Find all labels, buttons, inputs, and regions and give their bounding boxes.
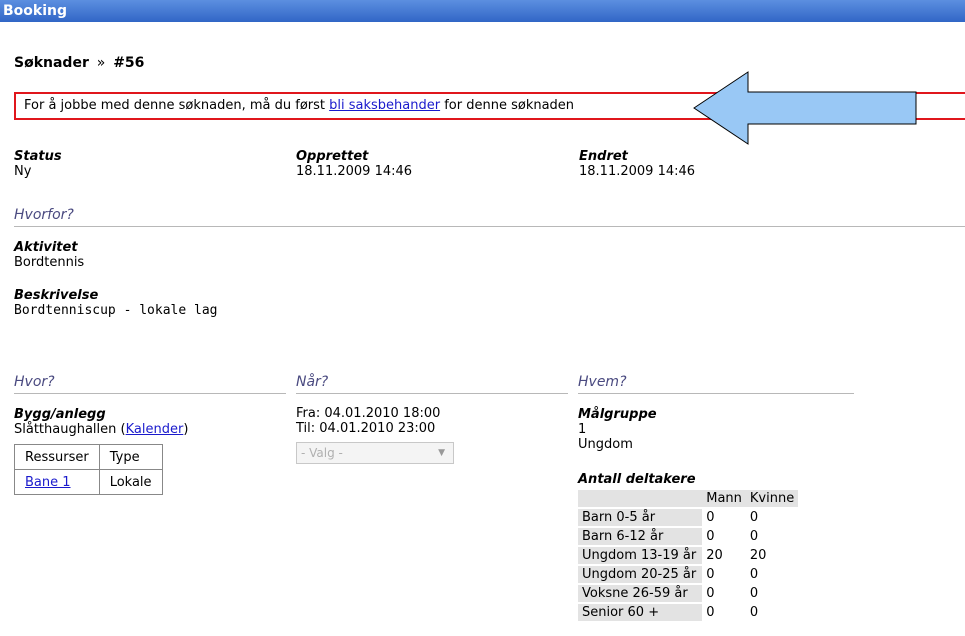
table-row: Barn 0-5 år 0 0 (578, 509, 798, 526)
men-count: 0 (706, 510, 715, 525)
table-row: Ungdom 13-19 år 20 20 (578, 547, 798, 564)
breadcrumb-separator: » (96, 55, 106, 71)
description-value: Bordtenniscup - lokale lag (14, 303, 218, 318)
type-header: Type (98, 444, 163, 470)
participants-table: Mann Kvinne Barn 0-5 år 0 0 Barn 6-12 år 0 0… (578, 488, 799, 623)
changed-block: Endret 18.11.2009 14:46 (579, 149, 695, 179)
notice-prefix: For å jobbe med denne søknaden, må du fø… (24, 98, 330, 113)
men-count: 20 (706, 548, 723, 563)
resources-header: Ressurser (14, 444, 100, 470)
arrow-left-icon (693, 71, 917, 145)
app-title: Booking (3, 3, 68, 19)
section-when-title: Når? (296, 374, 568, 394)
breadcrumb: Søknader » #56 (14, 55, 144, 71)
age-label: Ungdom 13-19 år (578, 547, 703, 564)
target-group-label: Målgruppe (578, 407, 657, 422)
target-group-block: Målgruppe 1 Ungdom (578, 407, 657, 452)
women-header: Kvinne (745, 490, 799, 507)
women-count: 0 (749, 605, 759, 620)
resource-link[interactable]: Bane 1 (25, 475, 71, 490)
building-value: Slåtthaughallen (14, 422, 117, 437)
target-group-value: 1 (578, 422, 587, 437)
table-row: Ungdom 20-25 år 0 0 (578, 566, 798, 583)
description-label: Beskrivelse (14, 288, 99, 303)
section-where-title: Hvor? (14, 374, 286, 394)
women-count: 20 (749, 548, 767, 563)
time-to: Til: 04.01.2010 23:00 (296, 421, 436, 436)
breadcrumb-id: #56 (113, 55, 145, 71)
target-group-value: Ungdom (578, 437, 633, 452)
status-block: Status Ny (14, 149, 62, 179)
activity-value: Bordtennis (14, 255, 85, 270)
building-block: Bygg/anlegg Slåtthaughallen (Kalender) (14, 407, 188, 437)
section-who-title: Hvem? (578, 374, 854, 394)
time-block: Fra: 04.01.2010 18:00 Til: 04.01.2010 23… (296, 406, 440, 436)
age-label: Ungdom 20-25 år (578, 566, 703, 583)
age-label: Voksne 26-59 år (578, 585, 703, 602)
created-label: Opprettet (296, 149, 369, 164)
changed-label: Endret (579, 149, 628, 164)
participants-header-row: Mann Kvinne (578, 490, 799, 507)
calendar-link[interactable]: Kalender (126, 422, 184, 437)
table-row: Voksne 26-59 år 0 0 (578, 585, 798, 602)
women-count: 0 (749, 529, 759, 544)
women-count: 0 (749, 586, 759, 601)
resources-table: Ressurser Type Bane 1 Lokale (14, 444, 163, 495)
men-count: 0 (706, 605, 715, 620)
created-block: Opprettet 18.11.2009 14:46 (296, 149, 412, 179)
activity-label: Aktivitet (14, 240, 78, 255)
age-label: Barn 6-12 år (578, 528, 703, 545)
women-count: 0 (749, 567, 759, 582)
men-count: 0 (706, 567, 715, 582)
table-row: Senior 60 +0 0 (578, 604, 798, 621)
changed-value: 18.11.2009 14:46 (579, 164, 696, 179)
table-row: Barn 6-12 år 0 0 (578, 528, 798, 545)
resources-header-row: Ressurser Type (14, 444, 163, 470)
select-value: - Valg - (301, 446, 343, 460)
time-from: Fra: 04.01.2010 18:00 (296, 406, 441, 421)
created-value: 18.11.2009 14:46 (296, 164, 413, 179)
section-why-title: Hvorfor? (14, 207, 965, 227)
building-label: Bygg/anlegg (14, 407, 106, 422)
resource-type: Lokale (98, 469, 163, 495)
claim-case-link[interactable]: bli saksbehander (329, 98, 440, 113)
notice-suffix: for denne søknaden (440, 98, 575, 113)
status-label: Status (14, 149, 62, 164)
age-label: Barn 0-5 år (578, 509, 703, 526)
women-count: 0 (749, 510, 759, 525)
chevron-down-icon: ▼ (438, 448, 445, 458)
men-count: 0 (706, 529, 715, 544)
participants-label: Antall deltakere (578, 472, 696, 487)
activity-block: Aktivitet Bordtennis (14, 240, 84, 270)
building-value-line: Slåtthaughallen (Kalender) (14, 422, 189, 437)
breadcrumb-section: Søknader (14, 55, 89, 71)
choice-select[interactable]: - Valg - ▼ (296, 442, 454, 464)
table-row: Bane 1 Lokale (14, 469, 163, 495)
app-title-bar: Booking (0, 0, 965, 22)
age-label: Senior 60 + (578, 604, 703, 621)
men-count: 0 (706, 586, 715, 601)
description-block: Beskrivelse Bordtenniscup - lokale lag (14, 288, 218, 318)
men-header: Mann (702, 490, 746, 507)
status-value: Ny (14, 164, 32, 179)
